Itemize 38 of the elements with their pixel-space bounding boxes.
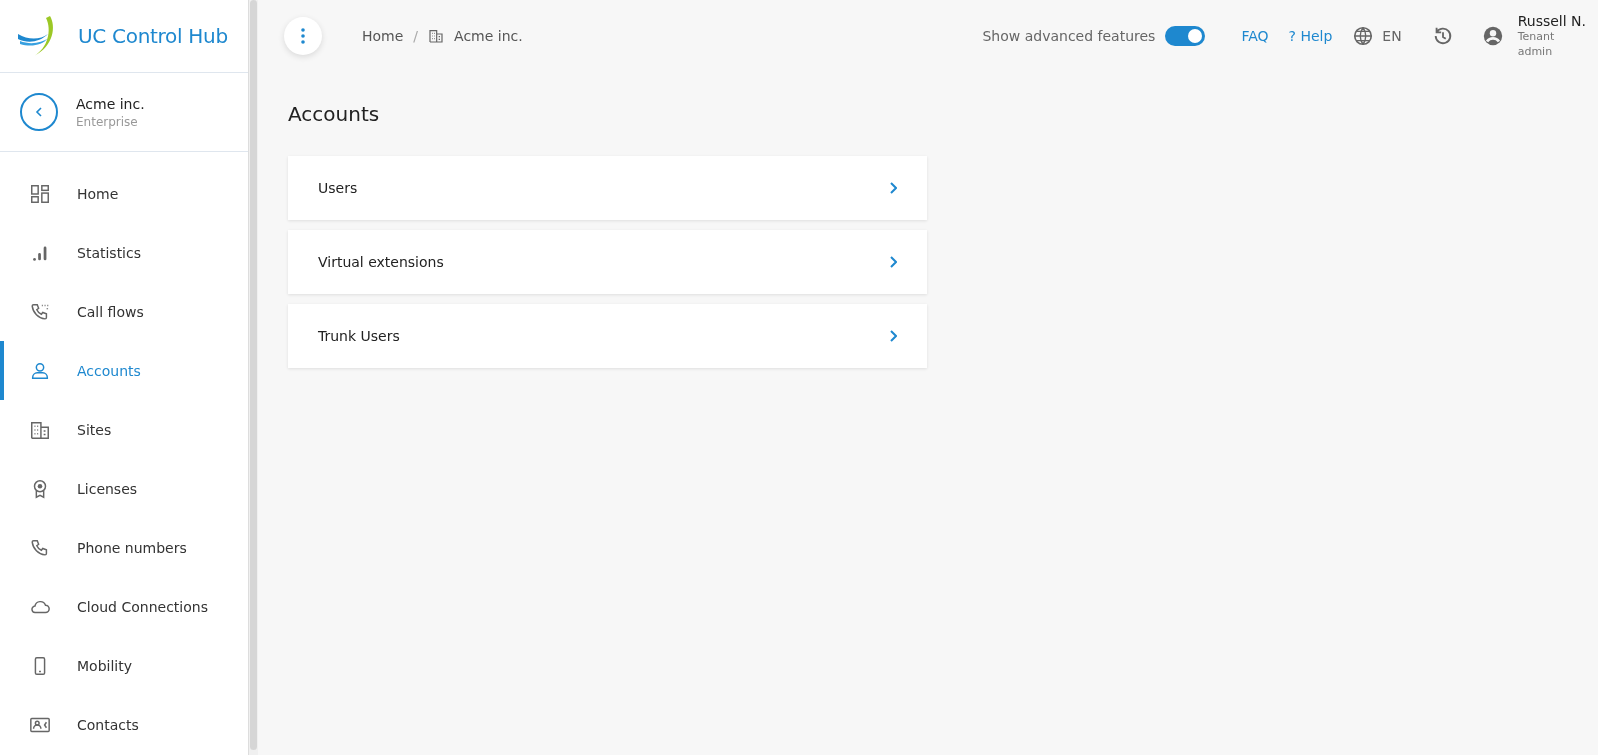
dashboard-icon (29, 182, 51, 205)
user-avatar-icon[interactable] (1481, 25, 1504, 47)
navigation-card[interactable]: Virtual extensions (288, 230, 927, 294)
scrollbar[interactable] (248, 0, 258, 755)
toggle-label: Show advanced features (982, 28, 1156, 44)
navigation-card[interactable]: Trunk Users (288, 304, 927, 368)
building-icon (428, 28, 445, 44)
menu-button[interactable] (284, 17, 322, 55)
sidebar-item[interactable]: Phone numbers (0, 518, 249, 577)
sidebar-item[interactable]: Home (0, 164, 249, 223)
advanced-features-toggle[interactable] (1165, 26, 1206, 46)
tenant-name: Acme inc. (76, 95, 145, 112)
breadcrumb-separator: / (413, 28, 419, 44)
user-role: Tenant admin (1517, 28, 1556, 60)
sidebar-item[interactable]: Statistics (0, 223, 249, 282)
tenant-type: Enterprise (76, 114, 139, 129)
breadcrumb-link[interactable]: Acme inc. (454, 28, 523, 44)
chevron-right-icon (889, 330, 897, 342)
back-button[interactable] (20, 93, 58, 131)
page-title: Accounts (288, 102, 380, 126)
navigation-card[interactable]: Users (288, 156, 927, 220)
sidebar-item[interactable]: Mobility (0, 636, 249, 695)
chevron-left-icon (33, 106, 45, 118)
faq-link[interactable]: FAQ (1241, 28, 1269, 44)
sidebar-item[interactable]: Cloud Connections (0, 577, 249, 636)
breadcrumb-link[interactable]: Home (362, 28, 404, 44)
sidebar-item[interactable]: Contacts (0, 695, 249, 754)
user-name: Russell N. (1517, 12, 1586, 29)
chevron-right-icon (889, 256, 897, 268)
language-selector[interactable]: EN (1352, 25, 1402, 47)
more-vertical-icon (301, 28, 305, 44)
help-link[interactable]: ? Help (1288, 28, 1333, 44)
app-title: UC Control Hub (78, 24, 228, 48)
sidebar-item[interactable]: Call flows (0, 282, 249, 341)
chevron-right-icon (889, 182, 897, 194)
sidebar-item[interactable]: Licenses (0, 459, 249, 518)
sidebar-item[interactable]: Sites (0, 400, 249, 459)
globe-icon (1352, 25, 1375, 47)
